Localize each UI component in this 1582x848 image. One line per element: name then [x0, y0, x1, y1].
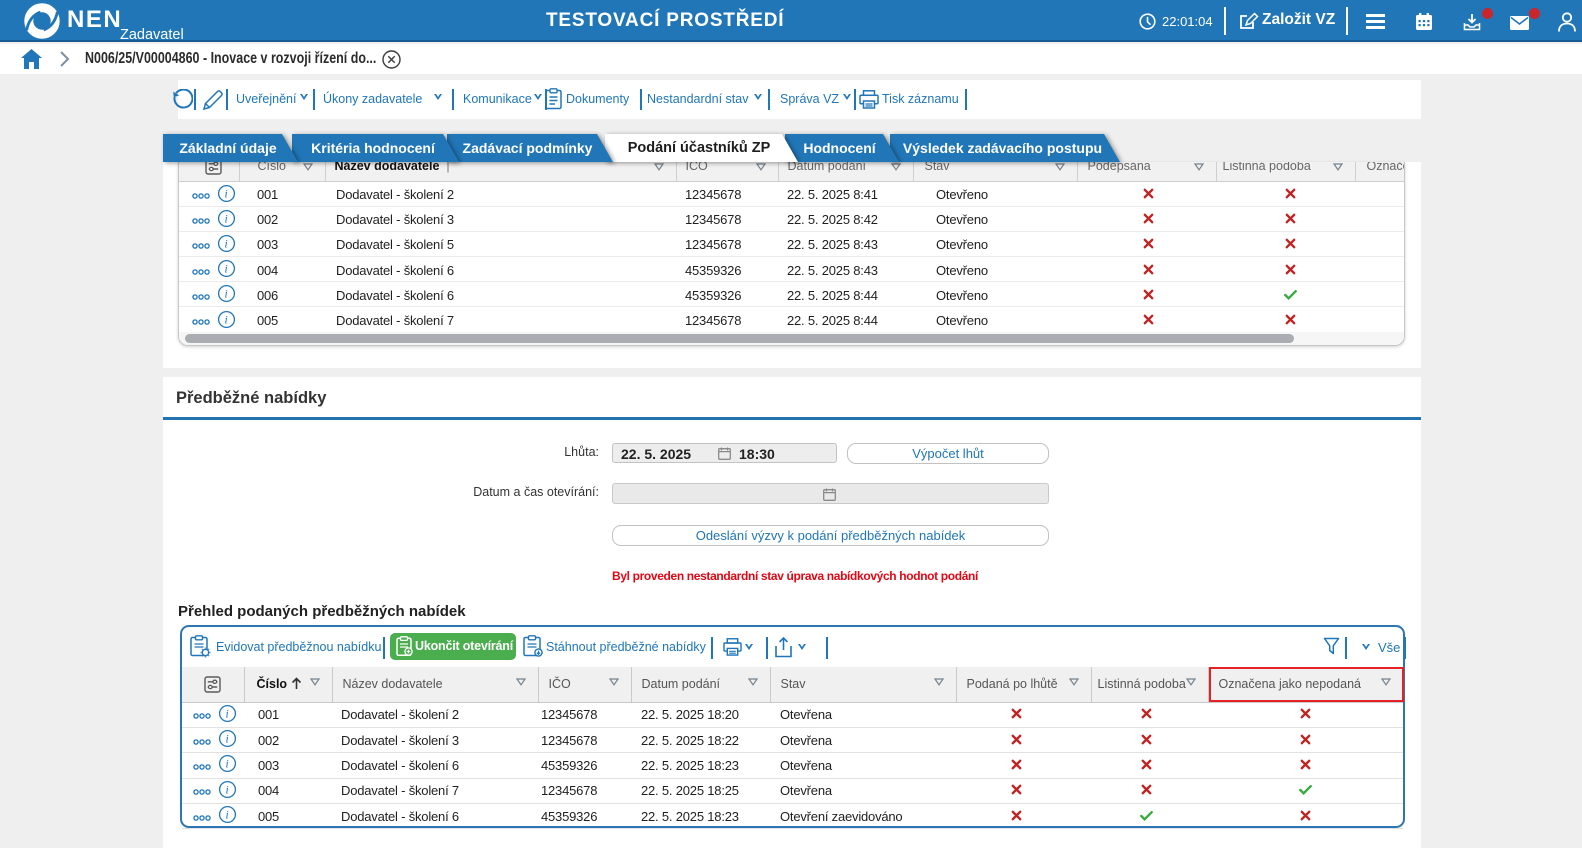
svg-text:i: i — [225, 314, 228, 326]
svg-text:i: i — [226, 784, 229, 796]
svg-text:i: i — [226, 734, 229, 746]
svg-text:i: i — [226, 759, 229, 771]
svg-text:i: i — [225, 289, 228, 301]
svg-text:i: i — [226, 708, 229, 720]
svg-text:i: i — [226, 810, 229, 822]
svg-text:i: i — [225, 213, 228, 225]
svg-text:i: i — [225, 264, 228, 276]
svg-text:i: i — [225, 188, 228, 200]
svg-text:i: i — [225, 238, 228, 250]
